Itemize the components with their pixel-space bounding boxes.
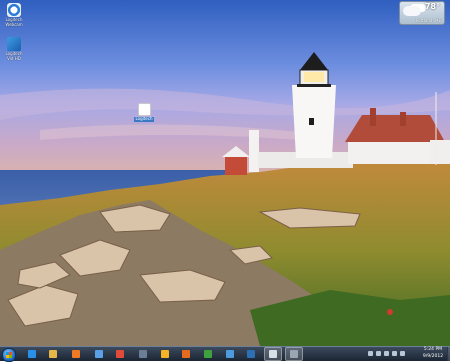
desktop-icon-label: Logitech Webcam — [5, 17, 23, 27]
firefox-icon — [182, 350, 190, 358]
taskbar-button-media-player[interactable] — [68, 348, 84, 360]
desktop-icon-label: Logitech Vid HD — [5, 51, 23, 61]
tray-arrow-icon[interactable] — [368, 351, 373, 356]
clock[interactable]: 5:24 PM 9/9/2012 — [418, 347, 448, 361]
desktop: Logitech Webcam Logitech Vid HD Logitech… — [0, 0, 450, 346]
taskbar-button-camera-app[interactable] — [285, 347, 303, 361]
taskbar-button-chrome[interactable] — [112, 348, 128, 360]
desktop-icon-logitech-vid[interactable]: Logitech Vid HD — [2, 37, 26, 61]
taskbar-button-logitech-webcam[interactable] — [91, 348, 107, 360]
media-player-icon — [72, 350, 80, 358]
remote-desktop-icon — [139, 350, 147, 358]
explorer-window-icon — [269, 350, 277, 358]
taskbar-button-file-explorer[interactable] — [45, 348, 61, 360]
logitech-webcam-icon — [95, 350, 103, 358]
wallpaper-lighthouse — [0, 0, 450, 346]
taskbar-button-firefox[interactable] — [178, 348, 194, 360]
weather-city: Portland, ME — [415, 18, 441, 23]
camera-app-icon — [290, 350, 298, 358]
volume-icon[interactable] — [392, 351, 397, 356]
paint-icon — [226, 350, 234, 358]
taskbar-button-internet-explorer[interactable] — [24, 348, 40, 360]
taskbar-button-windows-flag[interactable] — [200, 348, 216, 360]
chrome-icon — [116, 350, 124, 358]
taskbar-button-explorer-window[interactable] — [264, 347, 282, 361]
taskbar-button-network[interactable] — [243, 348, 259, 360]
cloud-icon — [403, 6, 421, 16]
logitech-icon — [137, 103, 151, 116]
desktop-icon-logitech[interactable]: Logitech — [134, 103, 154, 122]
taskbar-button-remote-desktop[interactable] — [135, 348, 151, 360]
desktop-icon-label: Logitech — [134, 116, 154, 122]
flag-icon[interactable] — [376, 351, 381, 356]
video-call-icon — [7, 37, 21, 51]
keyboard-icon[interactable] — [400, 351, 405, 356]
windows-logo-icon — [6, 352, 12, 358]
weather-temperature: 78° — [424, 2, 440, 11]
internet-explorer-icon — [28, 350, 36, 358]
network-icon[interactable] — [384, 351, 389, 356]
windows-flag-icon — [204, 350, 212, 358]
file-explorer-icon — [49, 350, 57, 358]
taskbar-button-paint[interactable] — [222, 348, 238, 360]
windows-live-icon — [161, 350, 169, 358]
weather-gadget[interactable]: 78° Portland, ME — [399, 1, 445, 25]
system-tray — [368, 350, 414, 358]
desktop-icon-logitech-webcam[interactable]: Logitech Webcam — [2, 3, 26, 27]
taskbar: 5:24 PM 9/9/2012 — [0, 346, 450, 362]
webcam-icon — [7, 3, 21, 17]
clock-date: 9/9/2012 — [422, 353, 444, 359]
taskbar-button-windows-live[interactable] — [157, 348, 173, 360]
network-icon — [247, 350, 255, 358]
